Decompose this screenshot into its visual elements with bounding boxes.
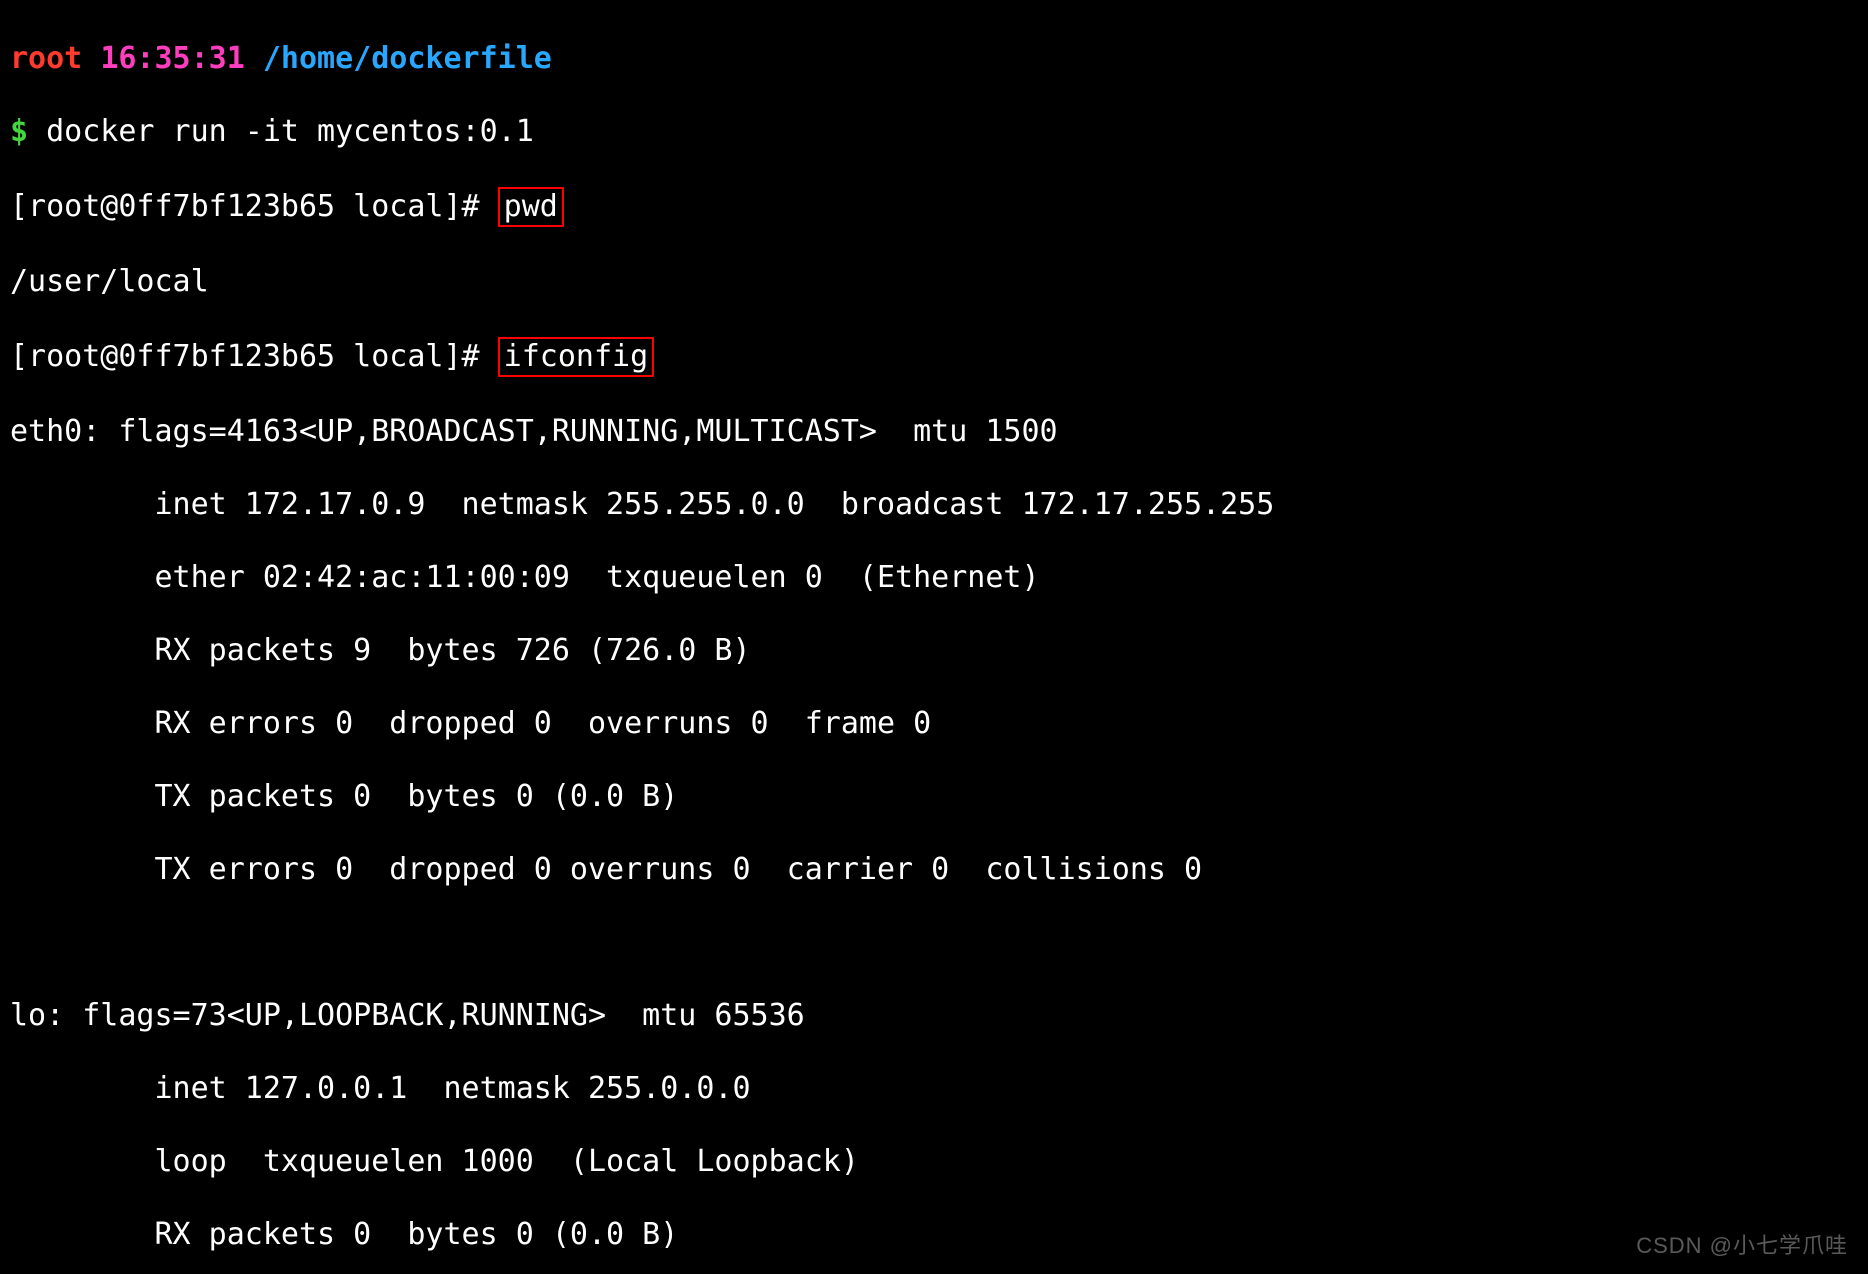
output-ifconfig-eth0-6: TX packets 0 bytes 0 (0.0 B): [10, 779, 1858, 816]
prompt-symbol: $: [10, 114, 28, 149]
input-line-pwd[interactable]: [root@0ff7bf123b65 local]# pwd: [10, 187, 1858, 228]
watermark-text: CSDN @小七学爪哇: [1636, 1228, 1848, 1260]
container-prompt: [root@0ff7bf123b65 local]#: [10, 339, 480, 374]
command-docker-run: docker run -it mycentos:0.1: [46, 114, 534, 149]
output-ifconfig-lo-1: lo: flags=73<UP,LOOPBACK,RUNNING> mtu 65…: [10, 998, 1858, 1035]
output-ifconfig-lo-3: loop txqueuelen 1000 (Local Loopback): [10, 1144, 1858, 1181]
output-ifconfig-eth0-4: RX packets 9 bytes 726 (726.0 B): [10, 633, 1858, 670]
output-ifconfig-eth0-3: ether 02:42:ac:11:00:09 txqueuelen 0 (Et…: [10, 560, 1858, 597]
ps1-path: /home/dockerfile: [263, 41, 552, 76]
terminal-window[interactable]: root 16:35:31 /home/dockerfile $ docker …: [0, 0, 1868, 1274]
output-ifconfig-eth0-1: eth0: flags=4163<UP,BROADCAST,RUNNING,MU…: [10, 414, 1858, 451]
output-pwd: /user/local: [10, 264, 1858, 301]
output-ifconfig-eth0-7: TX errors 0 dropped 0 overruns 0 carrier…: [10, 852, 1858, 889]
input-line-docker-run[interactable]: $ docker run -it mycentos:0.1: [10, 114, 1858, 151]
ps1-line: root 16:35:31 /home/dockerfile: [10, 41, 1858, 78]
command-ifconfig: ifconfig: [498, 337, 655, 378]
output-ifconfig-eth0-2: inet 172.17.0.9 netmask 255.255.0.0 broa…: [10, 487, 1858, 524]
output-ifconfig-lo-4: RX packets 0 bytes 0 (0.0 B): [10, 1217, 1858, 1254]
command-pwd: pwd: [498, 187, 564, 228]
ps1-user: root: [10, 41, 82, 76]
output-ifconfig-lo-2: inet 127.0.0.1 netmask 255.0.0.0: [10, 1071, 1858, 1108]
output-ifconfig-eth0-5: RX errors 0 dropped 0 overruns 0 frame 0: [10, 706, 1858, 743]
container-prompt: [root@0ff7bf123b65 local]#: [10, 189, 480, 224]
output-blank-line: [10, 925, 1858, 962]
input-line-ifconfig[interactable]: [root@0ff7bf123b65 local]# ifconfig: [10, 337, 1858, 378]
ps1-time: 16:35:31: [100, 41, 245, 76]
